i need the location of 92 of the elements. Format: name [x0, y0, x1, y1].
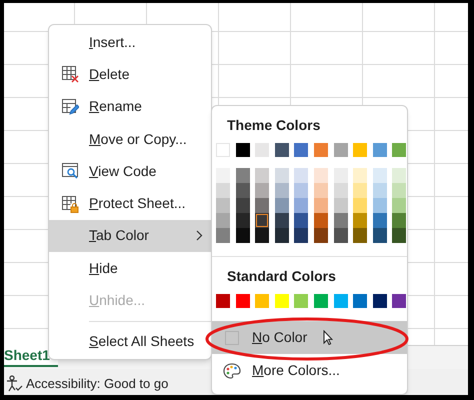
- color-swatch[interactable]: [392, 294, 406, 308]
- color-swatch[interactable]: [274, 228, 289, 243]
- color-swatch[interactable]: [372, 143, 387, 157]
- color-swatch[interactable]: [216, 294, 230, 308]
- color-swatch[interactable]: [334, 198, 348, 213]
- color-swatch[interactable]: [334, 168, 348, 183]
- color-swatch[interactable]: [353, 168, 368, 183]
- color-swatch[interactable]: [236, 198, 250, 213]
- window-magnifier-icon: [61, 162, 79, 180]
- color-swatch[interactable]: [334, 228, 348, 243]
- color-swatch[interactable]: [314, 183, 328, 198]
- color-swatch[interactable]: [274, 198, 289, 213]
- color-swatch[interactable]: [216, 168, 230, 183]
- color-swatch[interactable]: [216, 143, 230, 157]
- color-swatch[interactable]: [334, 294, 348, 308]
- color-swatch[interactable]: [294, 294, 308, 308]
- color-swatch[interactable]: [216, 183, 230, 198]
- color-swatch[interactable]: [274, 143, 289, 157]
- color-swatch[interactable]: [236, 168, 250, 183]
- menu-item[interactable]: View Code: [49, 155, 211, 188]
- color-swatch[interactable]: [392, 183, 406, 198]
- color-swatch[interactable]: [392, 228, 406, 243]
- table-delete-icon: [61, 65, 79, 84]
- menu-item[interactable]: More Colors...: [212, 354, 407, 387]
- menu-item[interactable]: Tab Color: [49, 220, 211, 252]
- color-swatch[interactable]: [353, 213, 368, 228]
- color-swatch[interactable]: [274, 183, 289, 198]
- color-swatch[interactable]: [372, 228, 387, 243]
- palette-icon: [223, 362, 241, 378]
- color-swatch[interactable]: [372, 168, 387, 183]
- menu-item[interactable]: Rename: [49, 90, 211, 123]
- color-swatch[interactable]: [372, 183, 387, 198]
- section-title: Theme Colors: [226, 116, 322, 135]
- color-swatch[interactable]: [216, 213, 230, 228]
- color-swatch[interactable]: [314, 198, 328, 213]
- accessibility-icon: [6, 375, 23, 392]
- color-swatch[interactable]: [236, 143, 250, 157]
- empty-swatch-icon: [225, 330, 239, 344]
- color-swatch[interactable]: [392, 198, 406, 213]
- color-swatch[interactable]: [314, 228, 328, 243]
- status-text: Accessibility: Good to go: [26, 375, 168, 393]
- menu-item[interactable]: Protect Sheet...: [49, 187, 211, 220]
- color-swatch[interactable]: [216, 198, 230, 213]
- color-swatch[interactable]: [353, 294, 368, 308]
- color-swatch[interactable]: [372, 213, 387, 228]
- color-swatch[interactable]: [236, 183, 250, 198]
- color-swatch[interactable]: [372, 294, 387, 308]
- color-swatch[interactable]: [255, 183, 270, 198]
- color-swatch[interactable]: [294, 228, 308, 243]
- color-swatch[interactable]: [294, 143, 308, 157]
- color-swatch[interactable]: [255, 213, 270, 228]
- color-swatch[interactable]: [236, 213, 250, 228]
- menu-item[interactable]: Delete: [49, 58, 211, 91]
- color-swatch[interactable]: [255, 228, 270, 243]
- color-swatch[interactable]: [314, 168, 328, 183]
- color-swatch[interactable]: [314, 213, 328, 228]
- color-swatch[interactable]: [255, 198, 270, 213]
- color-swatch[interactable]: [255, 143, 270, 157]
- table-lock-icon: [61, 194, 79, 213]
- color-swatch[interactable]: [334, 143, 348, 157]
- color-swatch[interactable]: [334, 213, 348, 228]
- color-swatch[interactable]: [294, 183, 308, 198]
- color-swatch[interactable]: [353, 183, 368, 198]
- color-swatch[interactable]: [294, 198, 308, 213]
- section-title: Standard Colors: [226, 267, 337, 286]
- color-swatch[interactable]: [392, 213, 406, 228]
- menu-item[interactable]: Move or Copy...: [49, 122, 211, 156]
- color-swatch[interactable]: [392, 143, 406, 157]
- menu-item[interactable]: No Color: [212, 321, 407, 354]
- table-pencil-icon: [61, 98, 79, 116]
- color-swatch[interactable]: [334, 183, 348, 198]
- color-swatch[interactable]: [294, 213, 308, 228]
- color-swatch[interactable]: [274, 294, 289, 308]
- color-swatch[interactable]: [353, 143, 368, 157]
- color-swatch[interactable]: [314, 143, 328, 157]
- chevron-right-icon: [196, 230, 203, 242]
- cursor-icon: [323, 330, 334, 345]
- color-swatch[interactable]: [236, 294, 250, 308]
- menu-item[interactable]: Insert...: [49, 26, 211, 58]
- color-swatch[interactable]: [274, 213, 289, 228]
- color-swatch[interactable]: [392, 168, 406, 183]
- menu-item[interactable]: Hide: [49, 252, 211, 284]
- color-swatch[interactable]: [274, 168, 289, 183]
- color-swatch[interactable]: [353, 198, 368, 213]
- color-swatch[interactable]: [236, 228, 250, 243]
- color-swatch[interactable]: [216, 228, 230, 243]
- color-swatch[interactable]: [372, 198, 387, 213]
- color-swatch[interactable]: [255, 294, 270, 308]
- color-swatch[interactable]: [314, 294, 328, 308]
- color-swatch[interactable]: [255, 168, 270, 183]
- color-swatch[interactable]: [294, 168, 308, 183]
- color-swatch[interactable]: [353, 228, 368, 243]
